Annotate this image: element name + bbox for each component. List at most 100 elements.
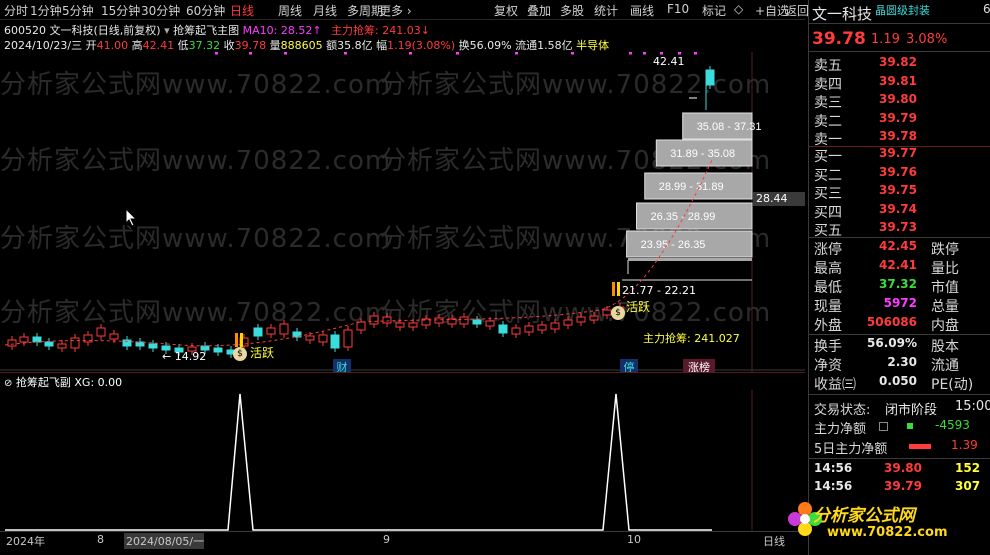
bid-price: 39.76 bbox=[879, 164, 917, 179]
stat-row: 外盘 506086 内盘 bbox=[809, 315, 990, 334]
ask-price: 39.78 bbox=[879, 129, 917, 144]
date-value: 2024/10/23/三 bbox=[4, 39, 83, 52]
ask-row[interactable]: 卖三 39.80 bbox=[809, 92, 990, 111]
signal-dot bbox=[409, 52, 412, 55]
stat-row: 换手 56.09% 股本 bbox=[809, 336, 990, 355]
signal-dot bbox=[515, 52, 518, 55]
dropdown-icon[interactable]: ▾ bbox=[164, 24, 170, 37]
x-cursor-date: 2024/08/05/一 bbox=[124, 533, 204, 549]
candle-body bbox=[408, 322, 418, 328]
period-tab[interactable]: 5分钟 bbox=[62, 2, 94, 19]
toolbar-button[interactable]: F10 bbox=[667, 2, 689, 16]
volume-profile-label: 35.08 - 37.31 bbox=[697, 121, 762, 133]
bid-row[interactable]: 买三 39.75 bbox=[809, 183, 990, 202]
main-chart[interactable]: 35.08 - 37.31 31.89 - 35.08 28.99 - 31.89 2… bbox=[0, 52, 805, 372]
bid-label: 买二 bbox=[814, 167, 842, 184]
toolbar-button[interactable]: 多股 bbox=[560, 2, 584, 19]
bid-row[interactable]: 买二 39.76 bbox=[809, 165, 990, 184]
gainers-badge[interactable]: 涨榜 bbox=[683, 359, 715, 374]
candle-body bbox=[57, 343, 67, 349]
table-icon[interactable] bbox=[879, 422, 888, 431]
current-price-tag: 28.44 bbox=[753, 192, 805, 206]
stat-row: 涨停 42.45 跌停 bbox=[809, 239, 990, 258]
toolbar-button[interactable]: 画线 bbox=[630, 2, 654, 19]
period-tab[interactable]: 分时 bbox=[4, 2, 28, 19]
period-tab[interactable]: 多周期 bbox=[347, 2, 383, 19]
period-tab[interactable]: 更多 › bbox=[379, 2, 412, 19]
signal-dot bbox=[456, 52, 459, 55]
stat-row: 收益㈢ 0.050 PE(动) bbox=[809, 374, 990, 393]
toolbar-button[interactable]: 标记 bbox=[702, 2, 726, 19]
toolbar-button[interactable]: 复权 bbox=[494, 2, 518, 19]
bid-row[interactable]: 买四 39.74 bbox=[809, 202, 990, 221]
ask-row[interactable]: 卖四 39.81 bbox=[809, 74, 990, 93]
ask-row[interactable]: 卖五 39.82 bbox=[809, 55, 990, 74]
stat-value: 56.09% bbox=[867, 336, 917, 350]
tick-price: 39.80 bbox=[884, 461, 922, 475]
bid-price: 39.74 bbox=[879, 201, 917, 216]
top-dots bbox=[215, 52, 697, 55]
period-tab[interactable]: 15分钟 bbox=[101, 2, 140, 19]
stat-label: 现量 bbox=[814, 299, 842, 315]
period-tab[interactable]: 1分钟 bbox=[30, 2, 62, 19]
bid-label: 买三 bbox=[814, 186, 842, 203]
halt-badge[interactable]: 停 bbox=[620, 359, 638, 374]
period-tab[interactable]: 30分钟 bbox=[141, 2, 180, 19]
high-marker: 42.41 bbox=[653, 55, 685, 68]
candle-body bbox=[19, 336, 29, 343]
toolbar-button[interactable]: +自选 bbox=[755, 2, 789, 19]
toolbar-button[interactable]: ◇ bbox=[734, 2, 743, 16]
subchart-title[interactable]: ⊘ 抢筹起飞副 XG: 0.00 bbox=[4, 374, 122, 390]
ma-line bbox=[4, 159, 713, 347]
period-tab[interactable]: 周线 bbox=[278, 2, 302, 19]
candle-body bbox=[253, 327, 263, 337]
ask-row[interactable]: 卖二 39.79 bbox=[809, 111, 990, 130]
candle-body bbox=[434, 317, 444, 324]
candle-body bbox=[148, 343, 158, 349]
settings-icon[interactable]: ⊘ bbox=[4, 378, 12, 389]
trade-state-row: 交易状态: 闭市阶段 15:00 bbox=[814, 399, 990, 418]
toolbar-button[interactable]: 返回 bbox=[785, 2, 809, 19]
x-tick: 2024年 bbox=[6, 535, 45, 548]
sub-divider bbox=[0, 372, 805, 373]
period-tab[interactable]: 日线 bbox=[230, 2, 254, 19]
ask-label: 卖四 bbox=[814, 76, 842, 93]
stat-label: PE(动) bbox=[931, 377, 974, 393]
finance-badge[interactable]: 财 bbox=[333, 359, 351, 374]
concept-tag[interactable]: 晶圆级封装 bbox=[875, 2, 930, 18]
candle-body bbox=[32, 336, 42, 343]
active-label: 活跃 bbox=[250, 346, 275, 360]
stat-label: 外盘 bbox=[814, 318, 842, 334]
active-label: 活跃 bbox=[626, 300, 651, 314]
net-flow-row: 主力净额 -4593 bbox=[814, 418, 970, 437]
stat-value: 42.45 bbox=[879, 239, 917, 253]
period-tab[interactable]: 月线 bbox=[313, 2, 337, 19]
ask-price: 39.79 bbox=[879, 110, 917, 125]
x-tick: 8 bbox=[97, 533, 104, 546]
volume-profile-label: 26.35 - 28.99 bbox=[651, 211, 716, 223]
toolbar-button[interactable]: 叠加 bbox=[527, 2, 551, 19]
active-bar-icon bbox=[612, 282, 615, 296]
indicator-name[interactable]: 抢筹起飞主图 bbox=[173, 24, 239, 37]
candle-body bbox=[602, 309, 612, 316]
sub-chart[interactable] bbox=[0, 390, 805, 532]
divider bbox=[809, 237, 990, 238]
tick-volume: 307 bbox=[955, 479, 981, 493]
toolbar-button[interactable]: 统计 bbox=[594, 2, 618, 19]
volume-profile-label: 23.95 - 26.35 bbox=[641, 239, 706, 251]
divider bbox=[809, 51, 990, 52]
stat-row: 净资 2.30 流通 bbox=[809, 355, 990, 374]
quote-panel: 文一科技 晶圆级封装 60 39.78 1.19 3.08% 卖五 39.82 卖四… bbox=[788, 0, 990, 555]
x-axis-line bbox=[0, 531, 805, 532]
ask-price: 39.80 bbox=[879, 92, 917, 107]
net5-flow-row: 5日主力净额 1.39 bbox=[814, 438, 978, 457]
sector-label: 半导体 bbox=[576, 39, 610, 52]
candle-body bbox=[343, 329, 353, 348]
logo-area: 分析家公式网 www.70822.com bbox=[788, 497, 990, 555]
active-bar-icon bbox=[617, 282, 620, 296]
period-tab[interactable]: 60分钟 bbox=[186, 2, 225, 19]
candle-body bbox=[369, 315, 379, 325]
candle-body bbox=[122, 339, 132, 347]
bid-price: 39.75 bbox=[879, 183, 917, 198]
bid-row[interactable]: 买一 39.77 bbox=[809, 146, 990, 165]
